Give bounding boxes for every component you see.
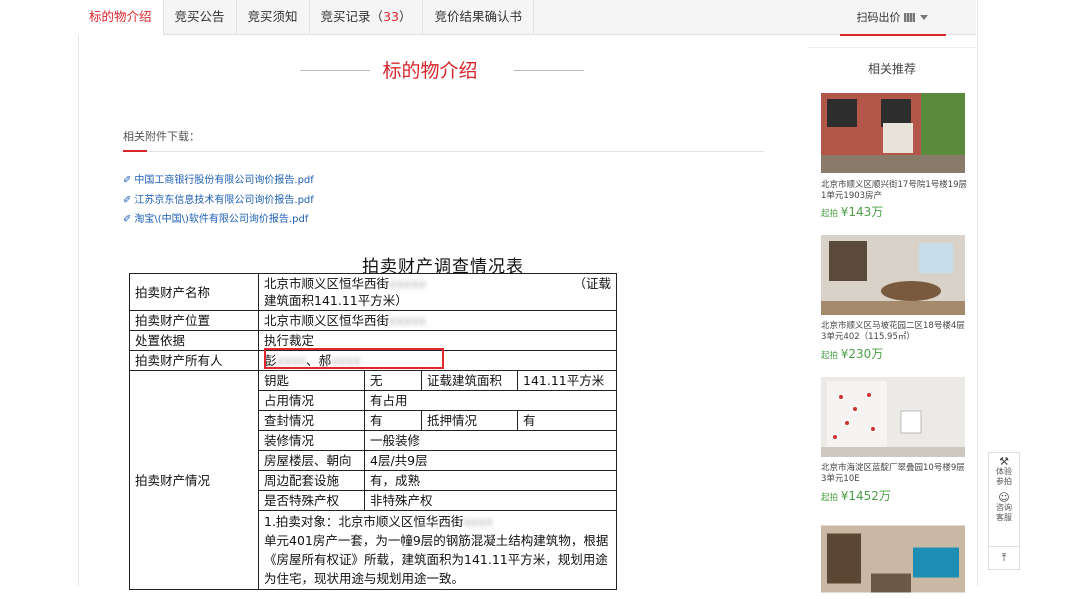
cell-label: 装修情况	[258, 430, 365, 451]
table-row: 拍卖财产名称 北京市顺义区恒华西街xxxxx （证载 建筑面积141.11平方米…	[129, 273, 618, 311]
cell-value: 无	[364, 370, 422, 391]
paperclip-icon: ✐	[123, 195, 132, 206]
property-name: 北京市顺义区恒华西街	[264, 276, 390, 291]
attachments-accent	[123, 150, 147, 152]
bid-count-badge: 33	[383, 9, 399, 24]
price-value: ¥1452万	[840, 489, 891, 503]
tab-item-intro[interactable]: 标的物介绍	[78, 0, 164, 35]
table-row: 拍卖财产位置 北京市顺义区恒华西街xxxxx	[129, 310, 618, 331]
paperclip-icon: ✐	[123, 175, 132, 186]
scan-bid-label: 扫码出价	[856, 11, 901, 24]
cell-value: 4层/共9层	[363, 450, 618, 471]
table-row: 拍卖财产情况 钥匙 无 证载建筑面积 141.11平方米	[129, 370, 618, 590]
back-to-top-button[interactable]: ⤒	[988, 546, 1020, 570]
tab-bid-records-label: 竞买记录（	[320, 9, 384, 24]
cell-value: 有	[364, 410, 422, 431]
related-item-price: 起拍 ¥1452万	[821, 487, 891, 504]
related-title: 相关推荐	[867, 62, 916, 76]
price-prefix: 起拍	[821, 493, 839, 503]
cell-label: 周边配套设施	[258, 470, 365, 491]
description-text-cont: 单元401房产一套，为一幢9层的钢筋混凝土结构建筑物，根据《房屋所有权证》所载，…	[264, 533, 609, 586]
attachment-filename: 中国工商银行股份有限公司询价报告.pdf	[134, 175, 314, 186]
related-item-image[interactable]	[821, 235, 965, 315]
scan-bid-button[interactable]: 扫码出价	[808, 0, 976, 35]
property-name-tail: （证载	[573, 276, 612, 291]
attachments-label: 相关附件下载：	[123, 130, 200, 143]
consult-label: 咨询客服	[996, 503, 1012, 522]
related-item-title[interactable]: 北京市海淀区蓝靛厂翠叠园10号楼9层3单元10E	[821, 463, 969, 485]
row-label: 拍卖财产情况	[129, 370, 259, 590]
row-label: 处置依据	[129, 330, 259, 351]
row-label: 拍卖财产名称	[129, 273, 259, 311]
price-prefix: 起拍	[821, 209, 839, 219]
description-cell: 1.拍卖对象：北京市顺义区恒华西街xxxx 单元401房产一套，为一幢9层的钢筋…	[257, 510, 618, 590]
related-item-title[interactable]: 北京市顺义区马坡花园二区18号楼4层3单元402（115.95㎡）	[821, 321, 969, 343]
row-value: 北京市顺义区恒华西街xxxxx	[257, 310, 618, 331]
cell-label: 证载建筑面积	[421, 370, 518, 391]
cell-value: 141.11平方米	[516, 370, 618, 391]
tab-bid-records[interactable]: 竞买记录（33）	[310, 0, 424, 34]
cell-label: 是否特殊产权	[258, 490, 365, 511]
attachment-link[interactable]: ✐ 淘宝\(中国\)软件有限公司询价报告.pdf	[123, 210, 308, 225]
cell-value: 有，成熟	[363, 470, 618, 491]
cell-value: 一般装修	[363, 430, 618, 451]
side-toolbar: ⚒ 体验参拍 ☺ 咨询客服	[988, 452, 1020, 548]
hammer-icon: ⚒	[999, 455, 1009, 468]
experience-label: 体验参拍	[996, 467, 1012, 486]
title-right-rule	[514, 70, 584, 71]
related-item-price: 起拍 ¥143万	[821, 203, 883, 220]
tab-bar: 标的物介绍 竞买公告 竞买须知 竞买记录（33） 竞价结果确认书	[78, 0, 808, 35]
row-label: 拍卖财产位置	[129, 310, 259, 331]
cell-value: 非特殊产权	[363, 490, 618, 511]
owner-highlight-box	[264, 348, 444, 369]
cell-label: 占用情况	[258, 390, 365, 411]
attachment-filename: 淘宝\(中国\)软件有限公司询价报告.pdf	[134, 214, 309, 225]
attachment-link[interactable]: ✐ 中国工商银行股份有限公司询价报告.pdf	[123, 171, 314, 186]
experience-button[interactable]: ⚒ 体验参拍	[989, 453, 1019, 487]
chevron-down-icon	[919, 14, 928, 20]
price-prefix: 起拍	[821, 351, 839, 361]
related-item-title[interactable]: 北京市顺义区顺兴街17号院1号楼19层1单元1903房产	[821, 180, 969, 202]
related-item-price: 起拍 ¥230万	[821, 345, 883, 362]
property-area-line: 建筑面积141.11平方米）	[264, 293, 408, 308]
attachment-filename: 江苏京东信息技术有限公司询价报告.pdf	[134, 195, 314, 206]
attachment-link[interactable]: ✐ 江苏京东信息技术有限公司询价报告.pdf	[123, 191, 314, 206]
tab-result-confirmation[interactable]: 竞价结果确认书	[423, 0, 534, 34]
related-item-image[interactable]	[821, 519, 965, 599]
cell-value: 有	[516, 410, 618, 431]
related-divider	[808, 47, 976, 48]
consult-button[interactable]: ☺ 咨询客服	[989, 487, 1019, 523]
property-location: 北京市顺义区恒华西街	[264, 313, 390, 328]
tab-notice[interactable]: 竞买须知	[237, 0, 310, 34]
tab-bid-records-suffix: ）	[398, 9, 412, 24]
price-value: ¥143万	[840, 205, 884, 219]
cell-label: 查封情况	[258, 410, 365, 431]
row-label: 拍卖财产所有人	[129, 350, 259, 371]
related-accent	[840, 34, 946, 36]
tab-announcement[interactable]: 竞买公告	[164, 0, 237, 34]
price-value: ¥230万	[840, 347, 884, 361]
paperclip-icon: ✐	[123, 214, 132, 225]
customer-service-icon: ☺	[998, 491, 1010, 504]
cell-value: 有占用	[363, 390, 618, 411]
attachments-divider	[123, 151, 764, 152]
related-item-image[interactable]	[821, 93, 965, 173]
cell-label: 钥匙	[258, 370, 365, 391]
qr-icon	[903, 12, 915, 22]
auction-property-table: 拍卖财产名称 北京市顺义区恒华西街xxxxx （证载 建筑面积141.11平方米…	[129, 273, 618, 590]
back-to-top-icon: ⤒	[1001, 551, 1007, 564]
row-value: 北京市顺义区恒华西街xxxxx （证载 建筑面积141.11平方米）	[257, 273, 618, 311]
cell-label: 房屋楼层、朝向	[258, 450, 365, 471]
description-text: 1.拍卖对象：北京市顺义区恒华西街	[264, 514, 464, 529]
cell-label: 抵押情况	[421, 410, 518, 431]
related-item-image[interactable]	[821, 377, 965, 457]
